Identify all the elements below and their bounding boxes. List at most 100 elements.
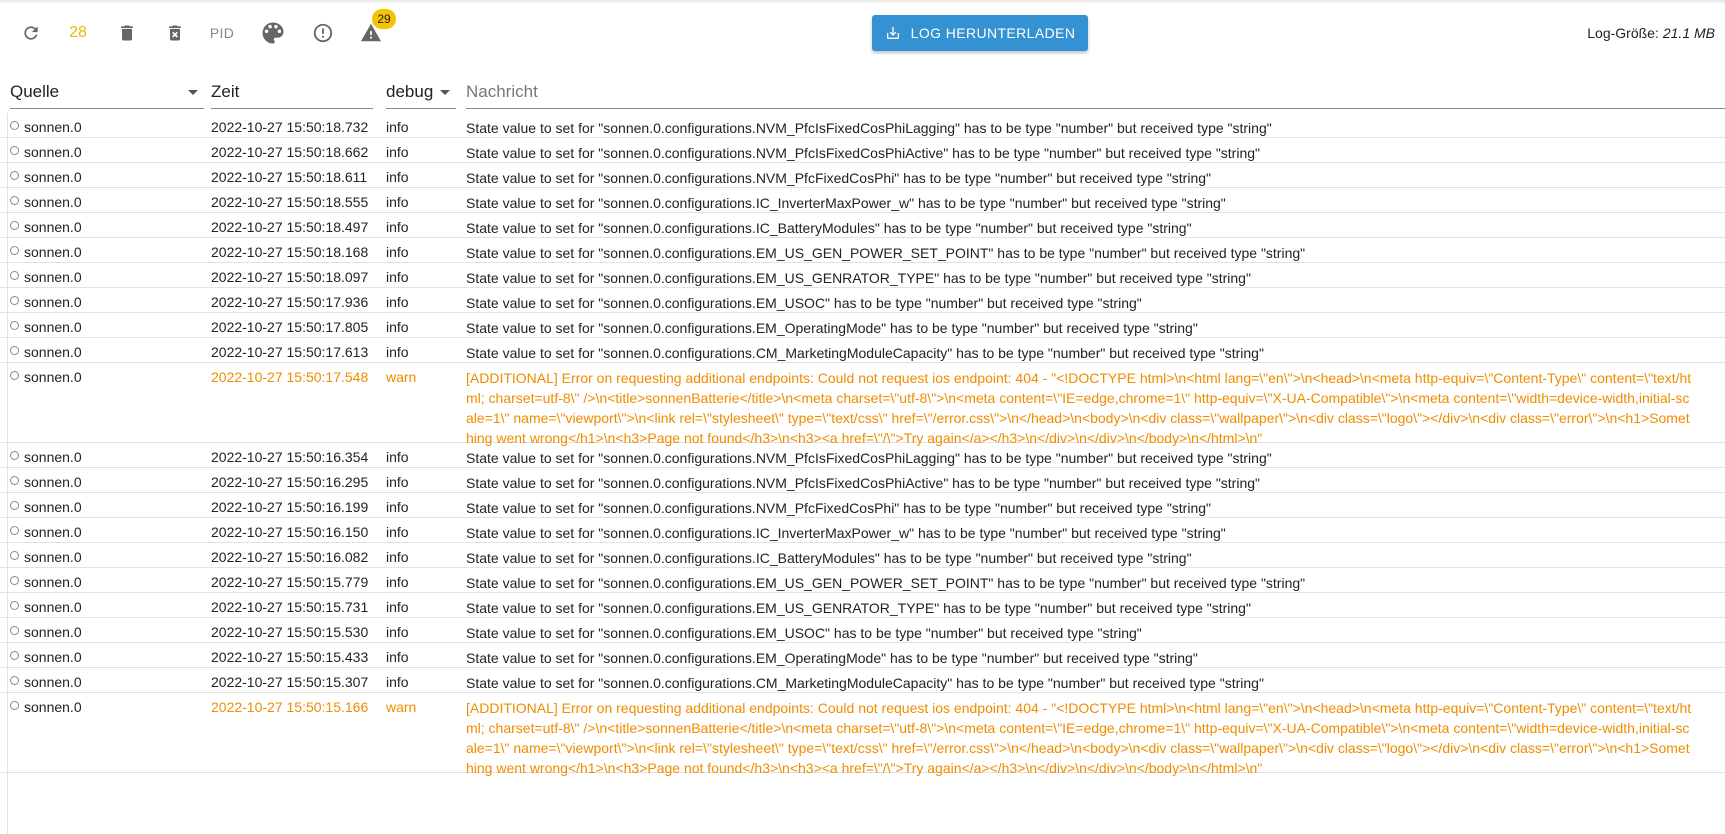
row-source: sonnen.0 <box>10 144 82 160</box>
row-source-label: sonnen.0 <box>24 194 82 210</box>
row-message: [ADDITIONAL] Error on requesting additio… <box>466 370 1692 446</box>
row-source-label: sonnen.0 <box>24 144 82 160</box>
status-circle-icon <box>10 501 19 510</box>
row-time: 2022-10-27 15:50:15.307 <box>211 674 369 690</box>
row-severity: info <box>386 269 409 285</box>
row-source: sonnen.0 <box>10 449 82 465</box>
status-circle-icon <box>10 171 19 180</box>
row-time: 2022-10-27 15:50:17.613 <box>211 344 369 360</box>
row-message: State value to set for "sonnen.0.configu… <box>466 295 1142 311</box>
row-message: State value to set for "sonnen.0.configu… <box>466 625 1142 641</box>
row-time: 2022-10-27 15:50:15.433 <box>211 649 369 665</box>
log-size: Log-Größe: 21.1 MB <box>1587 8 1715 58</box>
status-circle-icon <box>10 146 19 155</box>
row-source-label: sonnen.0 <box>24 699 82 715</box>
row-message: State value to set for "sonnen.0.configu… <box>466 650 1198 666</box>
row-time: 2022-10-27 15:50:16.150 <box>211 524 369 540</box>
row-source: sonnen.0 <box>10 524 82 540</box>
row-source: sonnen.0 <box>10 599 82 615</box>
row-time: 2022-10-27 15:50:17.805 <box>211 319 369 335</box>
table-row: sonnen.0 2022-10-27 15:50:17.548 warn [ADDI… <box>0 363 1725 446</box>
table-header: Quelle Zeit debug Nachricht <box>0 76 1725 110</box>
row-source-label: sonnen.0 <box>24 474 82 490</box>
row-message: State value to set for "sonnen.0.configu… <box>466 220 1192 236</box>
row-message: [ADDITIONAL] Error on requesting additio… <box>466 700 1692 776</box>
download-log-label: LOG HERUNTERLADEN <box>910 25 1076 41</box>
row-time: 2022-10-27 15:50:18.097 <box>211 269 369 285</box>
row-time: 2022-10-27 15:50:17.936 <box>211 294 369 310</box>
row-source: sonnen.0 <box>10 219 82 235</box>
row-message: State value to set for "sonnen.0.configu… <box>466 600 1251 616</box>
refresh-button[interactable] <box>16 8 46 58</box>
table-row: sonnen.0 2022-10-27 15:50:17.613 info State… <box>0 338 1725 363</box>
status-circle-icon <box>10 271 19 280</box>
color-toggle-button[interactable] <box>256 8 290 58</box>
row-time: 2022-10-27 15:50:16.295 <box>211 474 369 490</box>
row-source: sonnen.0 <box>10 574 82 590</box>
row-source-label: sonnen.0 <box>24 219 82 235</box>
row-time: 2022-10-27 15:50:18.168 <box>211 244 369 260</box>
log-size-value: 21.1 MB <box>1662 25 1715 41</box>
message-filter-input[interactable]: Nachricht <box>466 76 1725 109</box>
row-source: sonnen.0 <box>10 649 82 665</box>
row-message: State value to set for "sonnen.0.configu… <box>466 500 1211 516</box>
row-severity: info <box>386 674 409 690</box>
row-severity: info <box>386 574 409 590</box>
status-circle-icon <box>10 121 19 130</box>
row-source-label: sonnen.0 <box>24 649 82 665</box>
delete-button[interactable] <box>112 8 142 58</box>
row-severity: info <box>386 319 409 335</box>
source-filter-select[interactable]: Quelle <box>10 76 204 109</box>
row-time: 2022-10-27 15:50:16.354 <box>211 449 369 465</box>
row-message: State value to set for "sonnen.0.configu… <box>466 195 1226 211</box>
error-outline-icon <box>313 23 333 43</box>
row-severity: info <box>386 449 409 465</box>
level-filter-select[interactable]: debug <box>386 76 456 109</box>
row-source: sonnen.0 <box>10 549 82 565</box>
row-source-label: sonnen.0 <box>24 344 82 360</box>
table-row: sonnen.0 2022-10-27 15:50:15.307 info State… <box>0 668 1725 693</box>
row-source-label: sonnen.0 <box>24 244 82 260</box>
status-circle-icon <box>10 701 19 710</box>
row-source-label: sonnen.0 <box>24 674 82 690</box>
row-source-label: sonnen.0 <box>24 449 82 465</box>
row-message: State value to set for "sonnen.0.configu… <box>466 525 1226 541</box>
status-circle-icon <box>10 576 19 585</box>
row-time: 2022-10-27 15:50:15.779 <box>211 574 369 590</box>
row-source-label: sonnen.0 <box>24 119 82 135</box>
table-row: sonnen.0 2022-10-27 15:50:15.433 info State… <box>0 643 1725 668</box>
row-severity: info <box>386 474 409 490</box>
row-message: State value to set for "sonnen.0.configu… <box>466 575 1306 591</box>
row-message: State value to set for "sonnen.0.configu… <box>466 675 1264 691</box>
row-severity: info <box>386 524 409 540</box>
time-column-label: Zeit <box>211 82 240 101</box>
error-filter-button[interactable] <box>308 8 338 58</box>
row-severity: info <box>386 599 409 615</box>
row-source: sonnen.0 <box>10 624 82 640</box>
row-message: State value to set for "sonnen.0.configu… <box>466 550 1192 566</box>
toolbar: 28 PID 29 LOG HERUNTERLADEN Log-Größe: 2… <box>0 8 1725 58</box>
chevron-down-icon <box>188 90 198 95</box>
table-row: sonnen.0 2022-10-27 15:50:15.731 info State… <box>0 593 1725 618</box>
row-message: State value to set for "sonnen.0.configu… <box>466 170 1211 186</box>
delete-log-file-button[interactable] <box>160 8 190 58</box>
row-severity: info <box>386 219 409 235</box>
row-message: State value to set for "sonnen.0.configu… <box>466 345 1264 361</box>
row-message: State value to set for "sonnen.0.configu… <box>466 120 1272 136</box>
row-time: 2022-10-27 15:50:18.497 <box>211 219 369 235</box>
table-row: sonnen.0 2022-10-27 15:50:18.555 info State… <box>0 188 1725 213</box>
row-severity: info <box>386 169 409 185</box>
row-source-label: sonnen.0 <box>24 294 82 310</box>
status-circle-icon <box>10 246 19 255</box>
log-count-button[interactable]: 28 <box>62 8 94 58</box>
row-severity: warn <box>386 369 417 385</box>
table-row: sonnen.0 2022-10-27 15:50:18.497 info State… <box>0 213 1725 238</box>
status-circle-icon <box>10 476 19 485</box>
row-time: 2022-10-27 15:50:16.199 <box>211 499 369 515</box>
delete-forever-icon <box>169 25 181 41</box>
pid-toggle[interactable]: PID <box>205 8 239 58</box>
row-message: State value to set for "sonnen.0.configu… <box>466 245 1306 261</box>
download-log-button[interactable]: LOG HERUNTERLADEN <box>872 15 1088 51</box>
log-size-label: Log-Größe: <box>1587 25 1659 41</box>
row-severity: info <box>386 194 409 210</box>
